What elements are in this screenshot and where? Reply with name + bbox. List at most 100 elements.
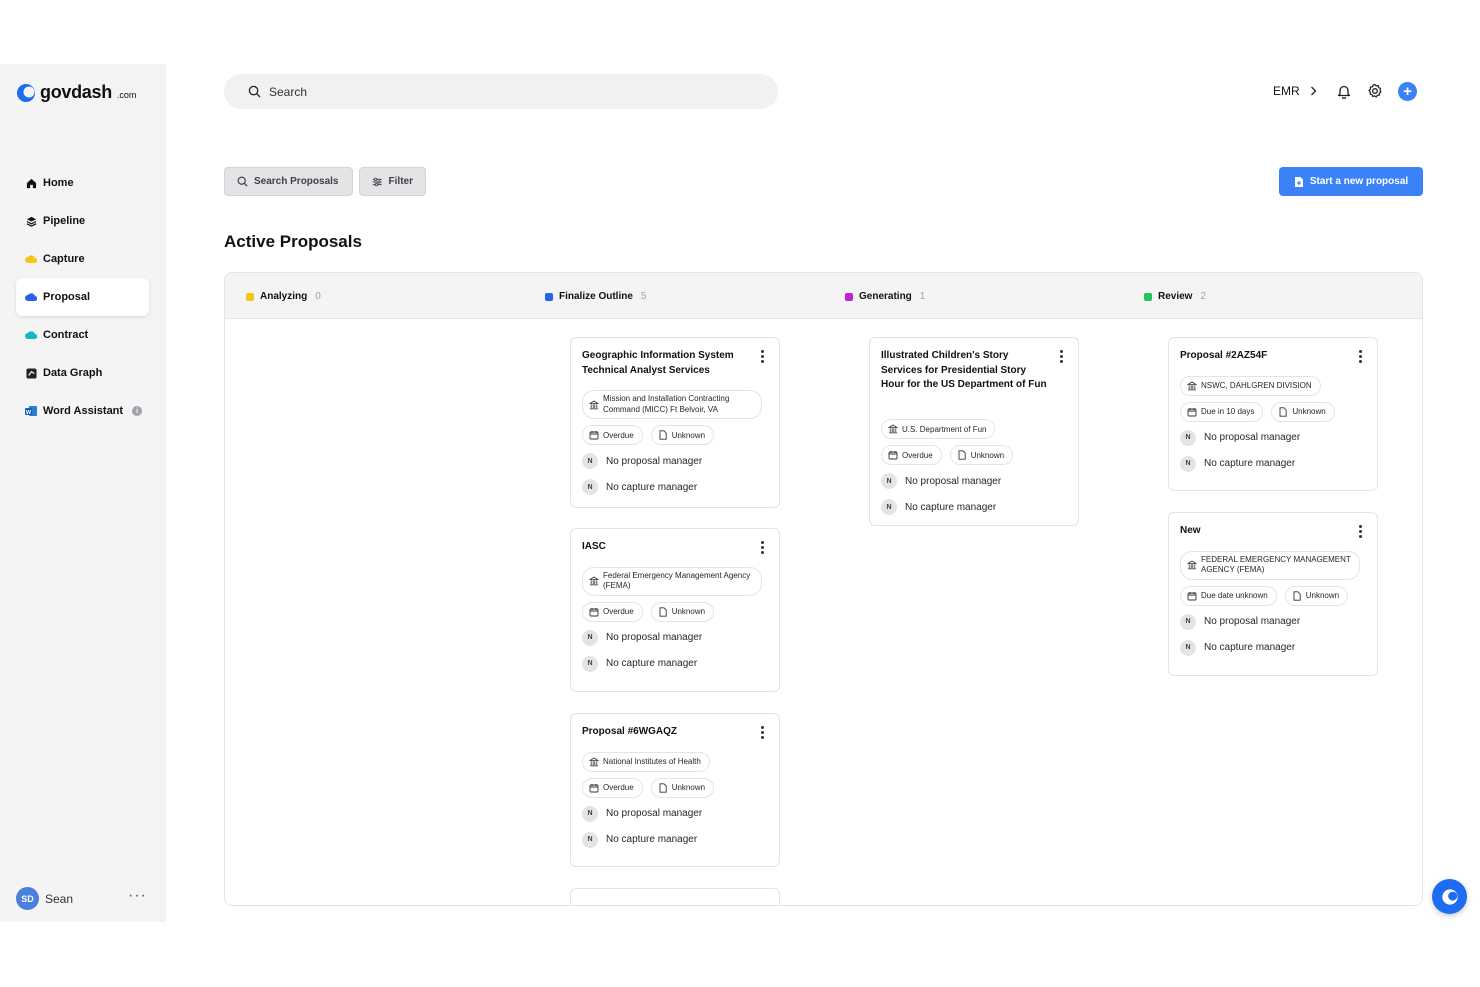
column-header-review: Review 2	[1144, 291, 1206, 302]
kebab-icon[interactable]	[1357, 525, 1363, 538]
due-chip: Overdue	[582, 425, 643, 445]
sidebar-item-label: Capture	[43, 253, 85, 265]
card-title[interactable]: Proposal #2AZ54F	[1180, 349, 1346, 364]
info-icon[interactable]: i	[132, 406, 143, 416]
type-chip: Unknown	[650, 777, 715, 798]
org-switcher[interactable]: EMR	[1273, 84, 1317, 98]
proposal-card-partial[interactable]	[570, 888, 780, 905]
proposal-icon	[25, 291, 37, 303]
card-title[interactable]: Illustrated Children's Story Services fo…	[881, 349, 1047, 393]
kebab-icon[interactable]	[759, 726, 765, 739]
chip-row: Overdue Unknown	[582, 601, 715, 622]
proposal-manager-label: No proposal manager	[606, 808, 703, 819]
agency-label: Mission and Installation Contracting Com…	[603, 394, 730, 414]
bell-icon[interactable]	[1335, 82, 1353, 100]
document-icon	[1279, 406, 1288, 417]
capture-manager-label: No capture manager	[1204, 458, 1296, 469]
calendar-icon	[888, 451, 898, 460]
kebab-icon[interactable]	[1058, 350, 1064, 363]
building-icon	[1187, 381, 1197, 390]
chip-row: Overdue Unknown	[881, 445, 1014, 465]
column-header-finalize-outline: Finalize Outline 5	[545, 291, 646, 302]
chip-row: Overdue Unknown	[582, 425, 715, 445]
page-title: Active Proposals	[224, 232, 362, 251]
proposal-card[interactable]: IASC Federal Emergency Management Agency …	[570, 528, 780, 692]
capture-manager: N No capture manager	[881, 499, 996, 515]
sidebar-item-contract[interactable]: Contract	[16, 316, 149, 354]
agency-chip: U.S. Department of Fun	[881, 419, 996, 439]
capture-manager-label: No capture manager	[1204, 642, 1296, 653]
sidebar-item-home[interactable]: Home	[16, 164, 149, 202]
proposal-card[interactable]: New FEDERAL EMERGENCY MANAGEMENT AGENCY (…	[1168, 512, 1378, 676]
status-dot	[545, 292, 553, 301]
card-title[interactable]: Geographic Information System Technical …	[582, 349, 748, 378]
capture-manager: N No capture manager	[582, 831, 697, 848]
due-label: Overdue	[902, 450, 933, 460]
type-chip: Unknown	[949, 445, 1014, 465]
person-badge: N	[881, 473, 897, 489]
global-search-input[interactable]: Search	[224, 74, 778, 109]
calendar-icon	[1187, 407, 1197, 416]
column-label: Finalize Outline	[559, 291, 633, 302]
start-new-proposal-button[interactable]: Start a new proposal	[1279, 167, 1423, 196]
kebab-icon[interactable]	[759, 350, 765, 363]
card-title[interactable]: New	[1180, 524, 1346, 539]
column-header-analyzing: Analyzing 0	[246, 291, 321, 302]
kebab-icon[interactable]	[759, 541, 765, 554]
person-badge: N	[582, 629, 598, 646]
type-label: Unknown	[1292, 407, 1326, 416]
person-badge: N	[1180, 639, 1196, 656]
person-badge: N	[1180, 613, 1196, 630]
person-badge: N	[582, 831, 598, 848]
proposal-card[interactable]: Proposal #6WGAQZ National Institutes of H…	[570, 713, 780, 867]
calendar-icon	[589, 607, 599, 616]
sidebar-item-proposal[interactable]: Proposal	[16, 278, 149, 316]
chat-icon	[1441, 888, 1458, 905]
calendar-icon	[1187, 591, 1197, 600]
type-chip: Unknown	[1271, 401, 1335, 422]
sidebar-item-label: Contract	[43, 329, 89, 341]
capture-manager-label: No capture manager	[606, 481, 698, 493]
due-label: Overdue	[603, 430, 634, 440]
kanban-board: Analyzing 0 Finalize Outline 5 Generatin…	[224, 272, 1423, 906]
card-title[interactable]: Proposal #6WGAQZ	[582, 725, 748, 740]
type-label: Unknown	[970, 450, 1005, 460]
column-count: 5	[640, 291, 647, 302]
more-options-icon[interactable]: ···	[128, 888, 147, 904]
logo[interactable]: govdash .com	[16, 82, 136, 103]
proposal-card[interactable]: Proposal #2AZ54F NSWC, DAHLGREN DIVISION D…	[1168, 337, 1378, 491]
card-title[interactable]: IASC	[582, 540, 748, 555]
chip-row: Due date unknown Unknown	[1180, 585, 1349, 606]
sidebar-item-pipeline[interactable]: Pipeline	[16, 202, 149, 240]
capture-manager: N No capture manager	[582, 655, 697, 672]
chat-button[interactable]	[1432, 879, 1467, 914]
proposal-manager: N No proposal manager	[1180, 429, 1301, 446]
plus-icon[interactable]: +	[1398, 82, 1417, 101]
agency-label: Federal Emergency Management Agency (FEM…	[603, 570, 751, 591]
person-badge: N	[881, 499, 897, 515]
search-proposals-button[interactable]: Search Proposals	[224, 167, 353, 196]
column-count: 2	[1200, 291, 1207, 302]
govdash-logo-icon	[17, 83, 35, 102]
column-label: Analyzing	[260, 291, 308, 302]
pipeline-icon	[25, 215, 37, 227]
agency-chip: Federal Emergency Management Agency (FEM…	[582, 566, 762, 596]
sidebar-item-data-graph[interactable]: Data Graph	[16, 354, 149, 392]
status-dot	[845, 292, 853, 301]
kebab-icon[interactable]	[1357, 350, 1363, 363]
sidebar-item-word-assistant[interactable]: W Word Assistant i	[16, 392, 149, 430]
filter-button[interactable]: Filter	[359, 167, 426, 196]
due-chip: Overdue	[582, 777, 643, 798]
filter-icon	[372, 177, 382, 186]
building-icon	[589, 400, 599, 409]
column-label: Generating	[859, 291, 912, 302]
proposal-card[interactable]: Illustrated Children's Story Services fo…	[869, 337, 1079, 526]
sidebar-item-capture[interactable]: Capture	[16, 240, 149, 278]
gear-icon[interactable]	[1366, 82, 1384, 100]
user-profile[interactable]: SD Sean	[16, 887, 73, 910]
proposal-manager-label: No proposal manager	[1204, 432, 1301, 443]
agency-label: National Institutes of Health	[603, 757, 701, 766]
proposal-card[interactable]: Geographic Information System Technical …	[570, 337, 780, 508]
capture-icon	[25, 253, 37, 265]
type-chip: Unknown	[650, 601, 715, 622]
